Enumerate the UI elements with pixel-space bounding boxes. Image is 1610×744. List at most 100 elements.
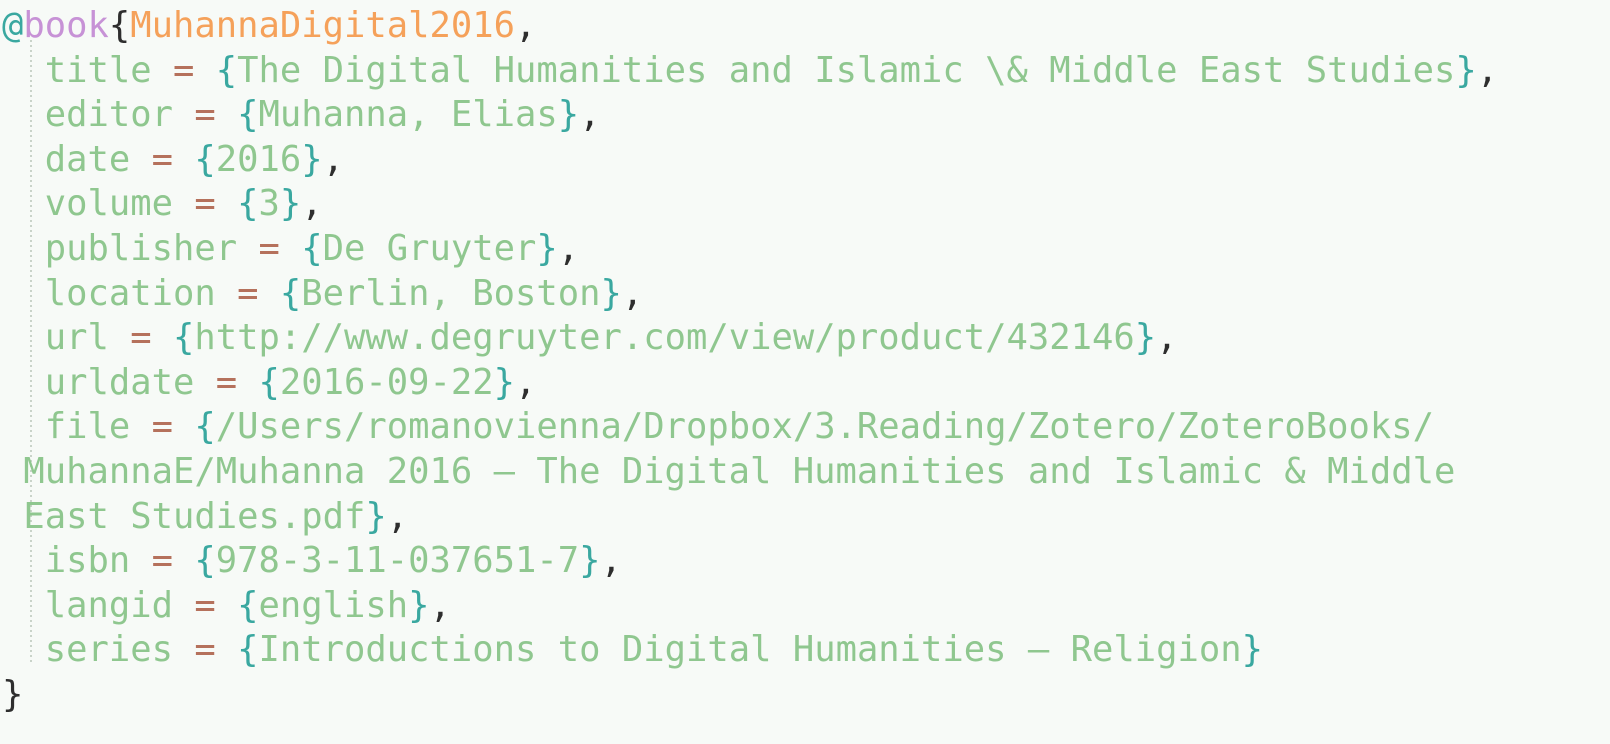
field-line-file-cont2[interactable]: East Studies.pdf}, xyxy=(2,495,1610,540)
value-close-brace: } xyxy=(557,94,580,136)
field-line-series[interactable]: series = {Introductions to Digital Human… xyxy=(2,628,1610,673)
field-line-volume[interactable]: volume = {3}, xyxy=(2,182,1610,227)
field-value-urldate[interactable]: 2016-09-22 xyxy=(280,362,494,403)
field-name-volume[interactable]: volume xyxy=(45,183,173,224)
value-close-brace: } xyxy=(536,227,558,269)
value-close-brace: } xyxy=(600,272,622,314)
field-name-publisher[interactable]: publisher xyxy=(45,228,237,269)
entry-type[interactable]: book xyxy=(23,5,109,46)
code-editor[interactable]: @book{MuhannaDigital2016, title = {The D… xyxy=(0,0,1610,744)
field-equals: = xyxy=(130,317,152,359)
field-value-url[interactable]: http://www.degruyter.com/view/product/43… xyxy=(194,317,1134,358)
field-equals: = xyxy=(237,272,259,314)
field-comma: , xyxy=(322,138,344,180)
field-comma: , xyxy=(514,361,537,403)
entry-close-line[interactable]: } xyxy=(2,673,1610,718)
field-name-location[interactable]: location xyxy=(45,273,216,314)
field-comma: , xyxy=(429,584,451,626)
field-value-file[interactable]: MuhannaE/Muhanna 2016 – The Digital Huma… xyxy=(23,451,1455,492)
value-open-brace: { xyxy=(237,183,259,225)
field-value-file[interactable]: East Studies.pdf xyxy=(23,496,365,537)
field-equals: = xyxy=(173,49,195,91)
field-equals: = xyxy=(151,406,173,448)
field-value-langid[interactable]: english xyxy=(259,585,409,626)
value-open-brace: { xyxy=(237,584,259,626)
value-close-brace: } xyxy=(301,138,323,180)
field-value-title[interactable]: The Digital Humanities and Islamic \& Mi… xyxy=(237,50,1455,91)
field-line-urldate[interactable]: urldate = {2016-09-22}, xyxy=(2,361,1610,406)
field-line-file-cont1[interactable]: MuhannaE/Muhanna 2016 – The Digital Huma… xyxy=(2,450,1610,495)
field-name-editor[interactable]: editor xyxy=(45,94,173,135)
value-open-brace: { xyxy=(237,94,259,136)
field-line-isbn[interactable]: isbn = {978-3-11-037651-7}, xyxy=(2,539,1610,584)
value-open-brace: { xyxy=(237,629,259,671)
entry-open-brace: { xyxy=(108,5,131,46)
field-line-editor[interactable]: editor = {Muhanna, Elias}, xyxy=(2,93,1610,138)
value-close-brace: } xyxy=(365,495,387,537)
field-line-publisher[interactable]: publisher = {De Gruyter}, xyxy=(2,227,1610,272)
bibtex-entry-code[interactable]: @book{MuhannaDigital2016, title = {The D… xyxy=(0,0,1610,718)
field-line-date[interactable]: date = {2016}, xyxy=(2,138,1610,183)
field-value-isbn[interactable]: 978-3-11-037651-7 xyxy=(216,540,579,581)
field-line-location[interactable]: location = {Berlin, Boston}, xyxy=(2,272,1610,317)
field-value-volume[interactable]: 3 xyxy=(259,183,280,224)
field-name-urldate[interactable]: urldate xyxy=(45,362,195,403)
field-line-title[interactable]: title = {The Digital Humanities and Isla… xyxy=(2,49,1610,94)
field-comma: , xyxy=(579,94,601,136)
field-equals: = xyxy=(194,629,216,671)
entry-header-line[interactable]: @book{MuhannaDigital2016, xyxy=(2,4,1610,49)
field-line-file[interactable]: file = {/Users/romanovienna/Dropbox/3.Re… xyxy=(2,405,1610,450)
field-value-location[interactable]: Berlin, Boston xyxy=(301,273,600,314)
field-name-date[interactable]: date xyxy=(45,139,131,180)
value-open-brace: { xyxy=(194,406,216,448)
value-open-brace: { xyxy=(258,361,280,403)
wrap-indent xyxy=(2,451,23,492)
value-open-brace: { xyxy=(173,317,195,359)
field-equals: = xyxy=(194,94,216,136)
field-name-url[interactable]: url xyxy=(45,317,109,358)
field-line-langid[interactable]: langid = {english}, xyxy=(2,584,1610,629)
value-open-brace: { xyxy=(301,227,323,269)
value-close-brace: } xyxy=(493,361,515,403)
field-name-series[interactable]: series xyxy=(45,629,173,670)
field-name-isbn[interactable]: isbn xyxy=(45,540,131,581)
value-open-brace: { xyxy=(279,272,302,314)
field-comma: , xyxy=(301,183,323,225)
field-value-date[interactable]: 2016 xyxy=(216,139,302,180)
field-value-editor[interactable]: Muhanna, Elias xyxy=(259,94,558,135)
value-open-brace: { xyxy=(194,540,216,582)
value-open-brace: { xyxy=(215,49,238,91)
field-value-series[interactable]: Introductions to Digital Humanities – Re… xyxy=(259,629,1242,670)
field-value-file[interactable]: /Users/romanovienna/Dropbox/3.Reading/Zo… xyxy=(216,406,1434,447)
field-name-langid[interactable]: langid xyxy=(45,585,173,626)
value-close-brace: } xyxy=(408,584,430,626)
field-name-title[interactable]: title xyxy=(45,50,152,91)
field-equals: = xyxy=(151,540,173,582)
field-line-url[interactable]: url = {http://www.degruyter.com/view/pro… xyxy=(2,316,1610,361)
entry-sigil: @ xyxy=(2,5,24,46)
entry-close-brace: } xyxy=(2,673,24,715)
field-comma: , xyxy=(386,495,409,537)
field-comma: , xyxy=(1156,317,1178,359)
field-name-file[interactable]: file xyxy=(45,406,131,447)
citation-key[interactable]: MuhannaDigital2016 xyxy=(130,5,515,46)
field-value-publisher[interactable]: De Gruyter xyxy=(323,228,537,269)
